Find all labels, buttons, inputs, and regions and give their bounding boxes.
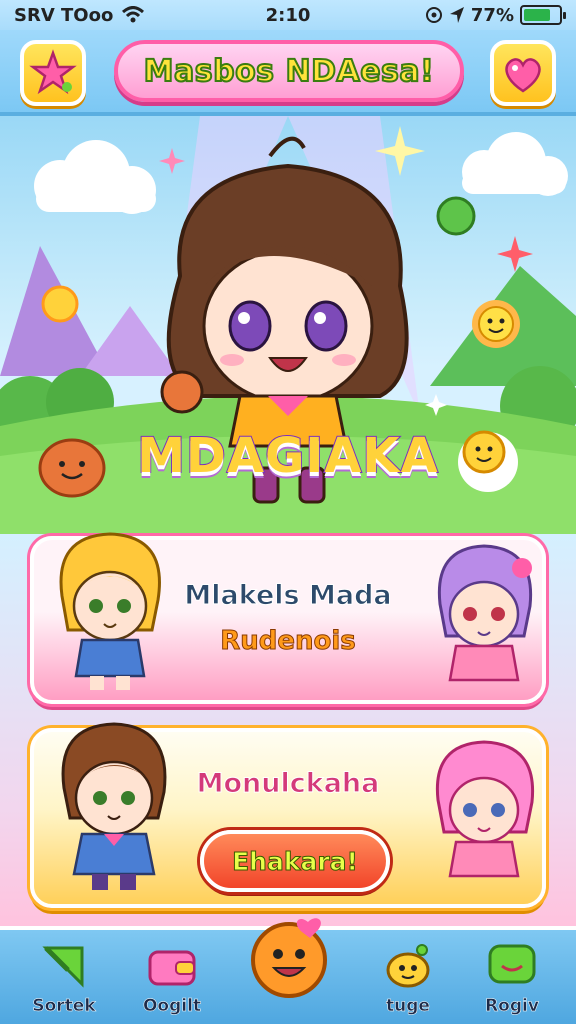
- nav-item-home[interactable]: [248, 912, 330, 998]
- mode-card-2[interactable]: Monulckaha Ehakara!: [30, 722, 546, 908]
- game-logo: MDAGIAKA: [136, 427, 439, 485]
- mode-card-1[interactable]: Mlakels Mada Rudenois: [30, 532, 546, 704]
- arrow-icon: [42, 946, 84, 988]
- star-icon: [29, 49, 77, 95]
- chat-icon: [488, 944, 536, 984]
- location-icon: [449, 7, 464, 23]
- nav-label: Oogilt: [142, 996, 202, 1017]
- cloud-right: [462, 132, 568, 196]
- chibi-pink: [435, 740, 535, 878]
- flower-creature-icon: [472, 300, 520, 348]
- nav-label: Rogiv: [485, 996, 539, 1017]
- battery-icon: [520, 5, 566, 25]
- star-button[interactable]: [20, 40, 86, 106]
- nav-label: Sortek: [32, 996, 96, 1017]
- clock-time: 2:10: [265, 4, 311, 26]
- nav-item-tuge[interactable]: tuge: [360, 940, 456, 1024]
- wifi-icon: [122, 6, 145, 23]
- heart-button[interactable]: [490, 40, 556, 106]
- cloud-left: [34, 140, 156, 214]
- wallet-icon: [148, 950, 196, 986]
- nav-item-rogiv[interactable]: Rogiv: [464, 940, 560, 1024]
- carrier-label: SRV TOoo: [14, 4, 114, 26]
- lock-rotation-icon: [425, 7, 442, 23]
- chibi-blonde: [59, 532, 161, 690]
- battery-percent: 77%: [470, 4, 514, 26]
- chibi-purple: [437, 544, 533, 682]
- top-bar: Masbos NDAesa!: [0, 30, 576, 116]
- sun-icon: [41, 285, 79, 323]
- heart-icon: [505, 58, 541, 93]
- chibi-brunette: [61, 722, 167, 890]
- bottom-nav: Sortek Oogilt tuge Rogiv: [0, 918, 576, 1024]
- nav-item-oogilt[interactable]: Oogilt: [124, 940, 220, 1024]
- menu-area: Mlakels Mada Rudenois Monulckaha Ehakara…: [0, 532, 576, 926]
- play-button[interactable]: Ehakara!: [200, 830, 390, 892]
- nav-label: tuge: [386, 996, 430, 1017]
- title-banner: Masbos NDAesa!: [114, 40, 464, 102]
- battery-fill: [524, 9, 551, 21]
- smiley-icon: [251, 918, 327, 998]
- play-button-label: Ehakara!: [232, 846, 359, 876]
- nav-item-sortek[interactable]: Sortek: [16, 940, 112, 1024]
- green-blob-icon: [436, 196, 476, 236]
- header-title: Masbos NDAesa!: [143, 53, 435, 90]
- status-bar: SRV TOoo 2:10 77%: [0, 0, 576, 30]
- hero-scene: MDAGIAKA: [0, 116, 576, 534]
- bee-icon: [386, 944, 430, 988]
